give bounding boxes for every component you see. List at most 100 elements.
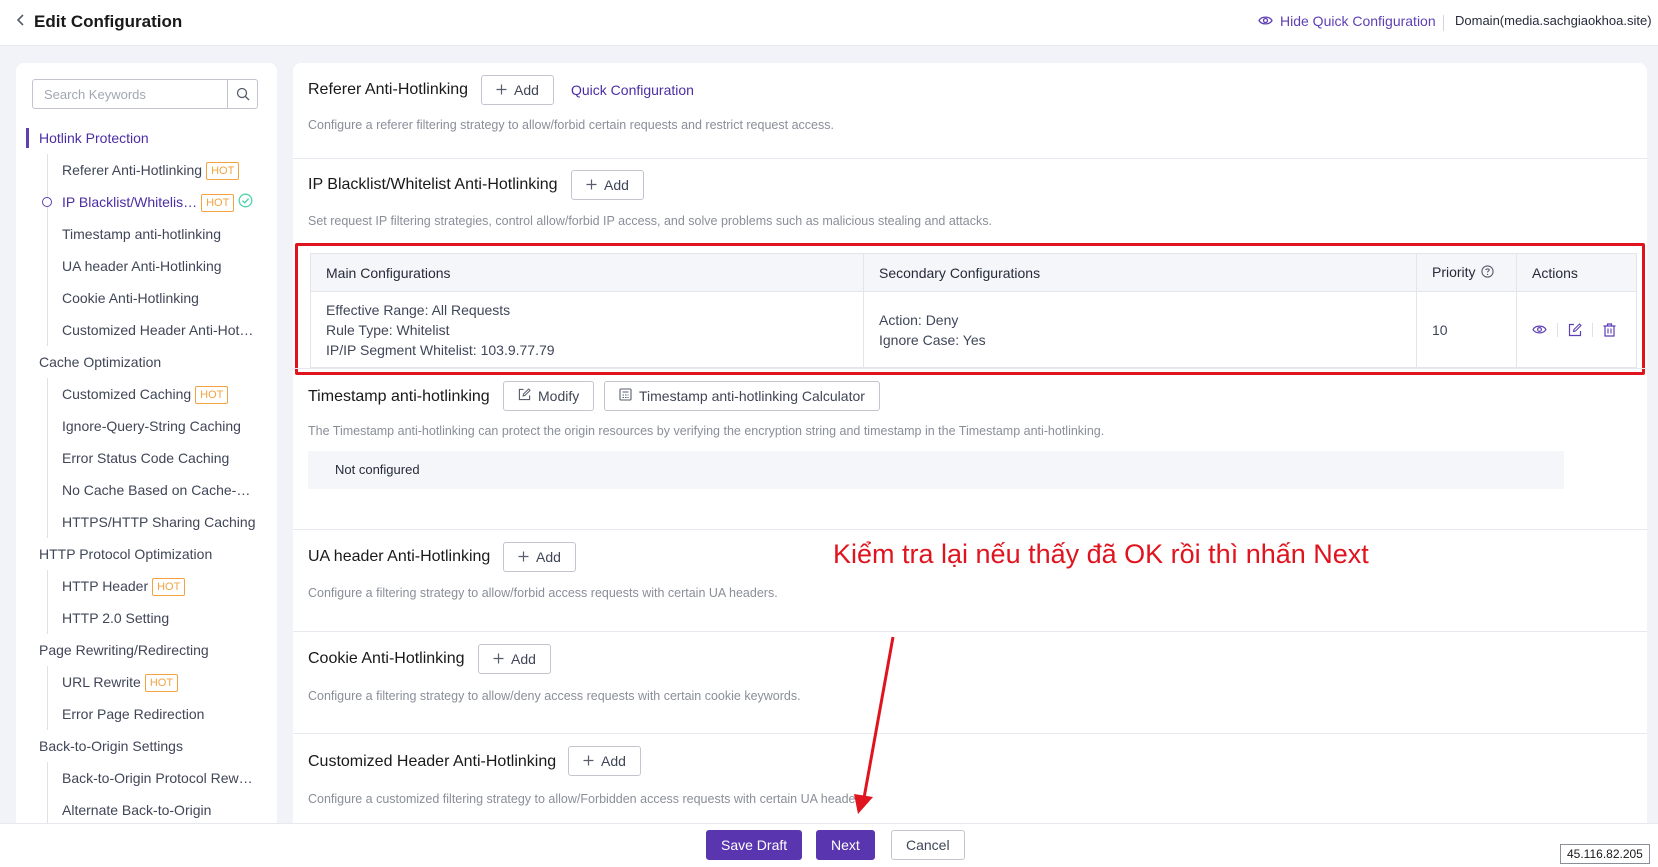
sidebar-item-url-rewrite[interactable]: URL Rewrite HOT bbox=[16, 666, 277, 698]
sidebar-item-timestamp-anti-hotlinking[interactable]: Timestamp anti-hotlinking bbox=[16, 218, 277, 250]
hot-badge: HOT bbox=[152, 578, 186, 597]
add-ip-rule-button[interactable]: Add bbox=[571, 170, 644, 200]
sidebar-item-no-cache-based-on-cache[interactable]: No Cache Based on Cache-… bbox=[16, 474, 277, 506]
sidebar-item-label: Alternate Back-to-Origin bbox=[62, 802, 212, 818]
sidebar-item-https-http-sharing-caching[interactable]: HTTPS/HTTP Sharing Caching bbox=[16, 506, 277, 538]
ip-segment-whitelist: IP/IP Segment Whitelist: 103.9.77.79 bbox=[326, 341, 555, 358]
sidebar-item-label: Ignore-Query-String Caching bbox=[62, 418, 241, 434]
add-label: Add bbox=[536, 549, 561, 565]
sidebar-item-label: HTTP 2.0 Setting bbox=[62, 610, 170, 626]
sidebar-item-label: UA header Anti-Hotlinking bbox=[62, 258, 222, 274]
search-icon[interactable] bbox=[227, 80, 257, 108]
column-header-priority: Priority bbox=[1416, 253, 1517, 292]
sidebar-group-back-to-origin-settings[interactable]: Back-to-Origin Settings bbox=[16, 730, 277, 762]
timestamp-calculator-button[interactable]: Timestamp anti-hotlinking Calculator bbox=[604, 381, 880, 411]
section-title-ua: UA header Anti-Hotlinking bbox=[308, 548, 491, 565]
sidebar-item-ip-blacklist-whitelist[interactable]: IP Blacklist/Whitelis… HOT bbox=[16, 186, 277, 218]
sidebar-group-hotlink-protection[interactable]: Hotlink Protection bbox=[16, 122, 277, 154]
calculator-label: Timestamp anti-hotlinking Calculator bbox=[639, 388, 865, 404]
modify-label: Modify bbox=[538, 388, 580, 404]
edit-icon[interactable] bbox=[1568, 322, 1582, 337]
sidebar: Hotlink Protection Referer Anti-Hotlinki… bbox=[16, 63, 277, 833]
sidebar-item-error-status-code-caching[interactable]: Error Status Code Caching bbox=[16, 442, 277, 474]
next-button[interactable]: Next bbox=[816, 830, 875, 860]
check-circle-icon bbox=[238, 187, 253, 219]
sidebar-group-page-rewriting-redirecting[interactable]: Page Rewriting/Redirecting bbox=[16, 634, 277, 666]
actions-cell bbox=[1517, 292, 1637, 368]
eye-icon bbox=[1258, 13, 1273, 29]
action-value: Action: Deny bbox=[879, 311, 959, 328]
quick-configuration-link[interactable]: Quick Configuration bbox=[571, 82, 694, 98]
modify-timestamp-button[interactable]: Modify bbox=[503, 381, 595, 411]
sidebar-item-ua-header-anti-hotlinking[interactable]: UA header Anti-Hotlinking bbox=[16, 250, 277, 282]
add-customized-header-button[interactable]: Add bbox=[568, 746, 641, 776]
secondary-config-cell: Action: Deny Ignore Case: Yes bbox=[863, 291, 1417, 368]
sidebar-item-label: Customized Header Anti-Hot… bbox=[62, 322, 254, 338]
effective-range: Effective Range: All Requests bbox=[326, 301, 511, 318]
section-divider bbox=[293, 529, 1647, 530]
ignore-case-value: Ignore Case: Yes bbox=[879, 331, 986, 348]
timestamp-description: The Timestamp anti-hotlinking can protec… bbox=[308, 424, 1105, 438]
sidebar-item-back-to-origin-protocol[interactable]: Back-to-Origin Protocol Rew… bbox=[16, 762, 277, 794]
sidebar-item-http2-setting[interactable]: HTTP 2.0 Setting bbox=[16, 602, 277, 634]
add-ua-rule-button[interactable]: Add bbox=[503, 542, 576, 572]
section-title-ip: IP Blacklist/Whitelist Anti-Hotlinking bbox=[308, 176, 558, 193]
plus-icon bbox=[583, 753, 594, 769]
table-row: Effective Range: All Requests Rule Type:… bbox=[310, 291, 1637, 368]
hot-badge: HOT bbox=[201, 194, 235, 213]
hide-quick-configuration-label: Hide Quick Configuration bbox=[1280, 13, 1436, 29]
priority-cell: 10 bbox=[1416, 291, 1517, 368]
sidebar-item-label: Error Status Code Caching bbox=[62, 450, 230, 466]
sidebar-item-label: Customized Caching bbox=[62, 386, 192, 402]
ua-description: Configure a filtering strategy to allow/… bbox=[308, 586, 778, 600]
cookie-description: Configure a filtering strategy to allow/… bbox=[308, 689, 801, 703]
chevron-left-icon[interactable] bbox=[16, 13, 26, 32]
sidebar-item-referer-anti-hotlinking[interactable]: Referer Anti-Hotlinking HOT bbox=[16, 154, 277, 186]
sidebar-item-alternate-back-to-origin[interactable]: Alternate Back-to-Origin bbox=[16, 794, 277, 826]
section-divider bbox=[293, 158, 1647, 159]
section-title-customized-header: Customized Header Anti-Hotlinking bbox=[308, 753, 557, 770]
add-label: Add bbox=[604, 177, 629, 193]
sidebar-item-customized-caching[interactable]: Customized Caching HOT bbox=[16, 378, 277, 410]
help-circle-icon[interactable] bbox=[1481, 265, 1495, 281]
table-header-row: Main Configurations Secondary Configurat… bbox=[310, 253, 1637, 292]
add-cookie-rule-button[interactable]: Add bbox=[478, 644, 551, 674]
add-referer-button[interactable]: Add bbox=[481, 75, 554, 105]
ip-address-badge: 45.116.82.205 bbox=[1560, 844, 1650, 864]
save-draft-button[interactable]: Save Draft bbox=[706, 830, 803, 860]
sidebar-group-http-protocol-optimization[interactable]: HTTP Protocol Optimization bbox=[16, 538, 277, 570]
hide-quick-configuration-link[interactable]: Hide Quick Configuration bbox=[1258, 13, 1436, 29]
cancel-button[interactable]: Cancel bbox=[891, 830, 965, 860]
edit-icon bbox=[518, 388, 531, 404]
search-input[interactable] bbox=[33, 80, 228, 108]
add-label: Add bbox=[514, 82, 539, 98]
hot-badge: HOT bbox=[206, 162, 240, 181]
add-label: Add bbox=[511, 651, 536, 667]
sidebar-item-error-page-redirection[interactable]: Error Page Redirection bbox=[16, 698, 277, 730]
sidebar-item-customized-header-anti-hotlinking[interactable]: Customized Header Anti-Hot… bbox=[16, 314, 277, 346]
action-divider bbox=[1592, 322, 1593, 337]
top-bar: Edit Configuration Hide Quick Configurat… bbox=[0, 0, 1658, 46]
header-divider bbox=[1443, 15, 1444, 31]
section-divider bbox=[293, 631, 1647, 632]
ip-rules-table: Main Configurations Secondary Configurat… bbox=[310, 253, 1637, 368]
sidebar-group-cache-optimization[interactable]: Cache Optimization bbox=[16, 346, 277, 378]
hot-badge: HOT bbox=[144, 674, 179, 693]
sidebar-item-cookie-anti-hotlinking[interactable]: Cookie Anti-Hotlinking bbox=[16, 282, 277, 314]
sidebar-item-label: Back-to-Origin Protocol Rew… bbox=[62, 770, 253, 786]
domain-label: Domain(media.sachgiaokhoa.site) bbox=[1455, 13, 1652, 28]
sidebar-item-label: IP Blacklist/Whitelis… bbox=[62, 194, 198, 210]
sidebar-item-http-header[interactable]: HTTP Header HOT bbox=[16, 570, 277, 602]
sidebar-nav: Hotlink Protection Referer Anti-Hotlinki… bbox=[16, 122, 277, 826]
section-title-referer: Referer Anti-Hotlinking bbox=[308, 81, 469, 98]
sidebar-item-label: HTTPS/HTTP Sharing Caching bbox=[62, 514, 256, 530]
sidebar-item-ignore-query-string-caching[interactable]: Ignore-Query-String Caching bbox=[16, 410, 277, 442]
priority-label: Priority bbox=[1432, 263, 1476, 280]
eye-icon[interactable] bbox=[1532, 324, 1547, 335]
action-divider bbox=[1557, 322, 1558, 337]
section-title-cookie: Cookie Anti-Hotlinking bbox=[308, 650, 465, 667]
timestamp-status: Not configured bbox=[308, 451, 1564, 489]
plus-icon bbox=[518, 549, 529, 565]
delete-icon[interactable] bbox=[1603, 322, 1616, 337]
hot-badge: HOT bbox=[195, 386, 229, 405]
